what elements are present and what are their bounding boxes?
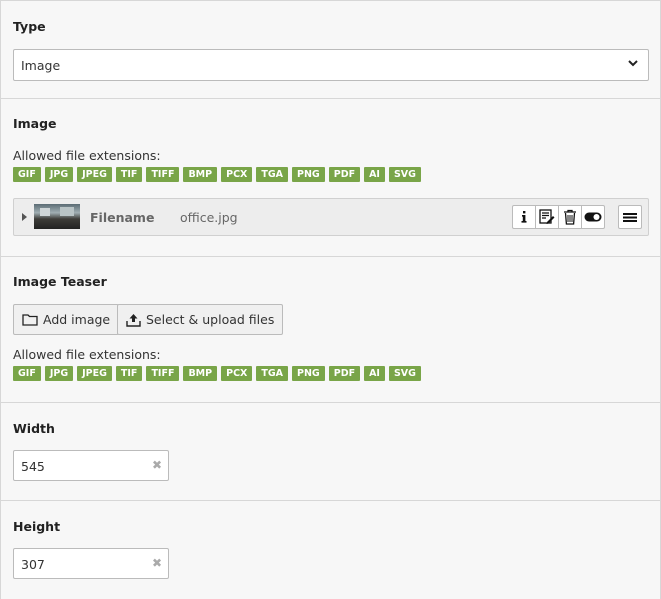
chevron-down-icon (628, 60, 638, 67)
extension-badge: AI (364, 366, 385, 381)
filename-value: office.jpg (180, 210, 238, 225)
height-value: 307 (21, 557, 45, 572)
extension-badge: PDF (328, 167, 361, 182)
extension-badge: TGA (256, 167, 289, 182)
extension-badge: PDF (328, 366, 361, 381)
width-label: Width (13, 421, 55, 436)
add-image-button[interactable]: Add image (13, 304, 120, 335)
type-select-value: Image (21, 58, 61, 73)
extension-list: GIF JPG JPEG TIF TIFF BMP PCX TGA PNG PD… (13, 366, 421, 381)
extension-badge: JPG (44, 167, 74, 182)
info-icon (521, 211, 527, 223)
image-section: Image Allowed file extensions: GIF JPG J… (1, 98, 660, 256)
file-actions (512, 205, 605, 229)
extension-badge: GIF (13, 167, 41, 182)
extension-badge: AI (364, 167, 385, 182)
extension-badge: JPEG (77, 167, 112, 182)
delete-button[interactable] (558, 205, 582, 229)
upload-icon (126, 313, 141, 327)
extension-badge: TIF (115, 366, 143, 381)
expand-caret-icon[interactable] (22, 213, 27, 221)
folder-icon (22, 314, 38, 326)
image-teaser-label: Image Teaser (13, 274, 107, 289)
extension-badge: BMP (183, 366, 218, 381)
clear-icon[interactable]: ✖ (152, 556, 162, 570)
extension-badge: TIFF (146, 366, 180, 381)
edit-metadata-button[interactable] (535, 205, 559, 229)
clear-icon[interactable]: ✖ (152, 458, 162, 472)
drag-actions (618, 205, 642, 229)
delete-icon (564, 209, 576, 225)
image-label: Image (13, 116, 57, 131)
allowed-extensions-label: Allowed file extensions: (13, 148, 161, 163)
file-reference-row[interactable]: Filename office.jpg (13, 198, 649, 236)
extension-badge: TGA (256, 366, 289, 381)
select-upload-label: Select & upload files (146, 312, 275, 327)
drag-handle-icon (623, 213, 637, 222)
height-input[interactable]: 307 ✖ (13, 548, 169, 579)
type-label: Type (13, 19, 46, 34)
extension-badge: PCX (221, 366, 253, 381)
extension-badge: SVG (388, 366, 421, 381)
type-section: Type Image (1, 0, 660, 98)
filename-label: Filename (90, 210, 155, 225)
extension-badge: BMP (183, 167, 218, 182)
extension-badge: TIFF (146, 167, 180, 182)
info-button[interactable] (512, 205, 536, 229)
toggle-visibility-icon (584, 212, 602, 222)
extension-badge: TIF (115, 167, 143, 182)
extension-badge: PNG (292, 366, 325, 381)
extension-badge: GIF (13, 366, 41, 381)
extension-badge: PCX (221, 167, 253, 182)
extension-badge: SVG (388, 167, 421, 182)
extension-list: GIF JPG JPEG TIF TIFF BMP PCX TGA PNG PD… (13, 167, 421, 182)
edit-metadata-icon (539, 209, 555, 224)
drag-handle-button[interactable] (618, 205, 642, 229)
toggle-visibility-button[interactable] (581, 205, 605, 229)
allowed-extensions-label: Allowed file extensions: (13, 347, 161, 362)
select-upload-button[interactable]: Select & upload files (117, 304, 284, 335)
extension-badge: PNG (292, 167, 325, 182)
height-label: Height (13, 519, 61, 534)
height-section: Height 307 ✖ (1, 500, 660, 599)
width-value: 545 (21, 459, 45, 474)
width-section: Width 545 ✖ (1, 402, 660, 500)
type-select[interactable]: Image (13, 49, 649, 81)
form-frame: Type Image Image Allowed file extensions… (0, 0, 661, 599)
extension-badge: JPG (44, 366, 74, 381)
file-thumbnail (34, 204, 80, 229)
extension-badge: JPEG (77, 366, 112, 381)
width-input[interactable]: 545 ✖ (13, 450, 169, 481)
add-image-label: Add image (43, 312, 111, 327)
image-teaser-section: Image Teaser Add image Select & upload f… (1, 256, 660, 402)
